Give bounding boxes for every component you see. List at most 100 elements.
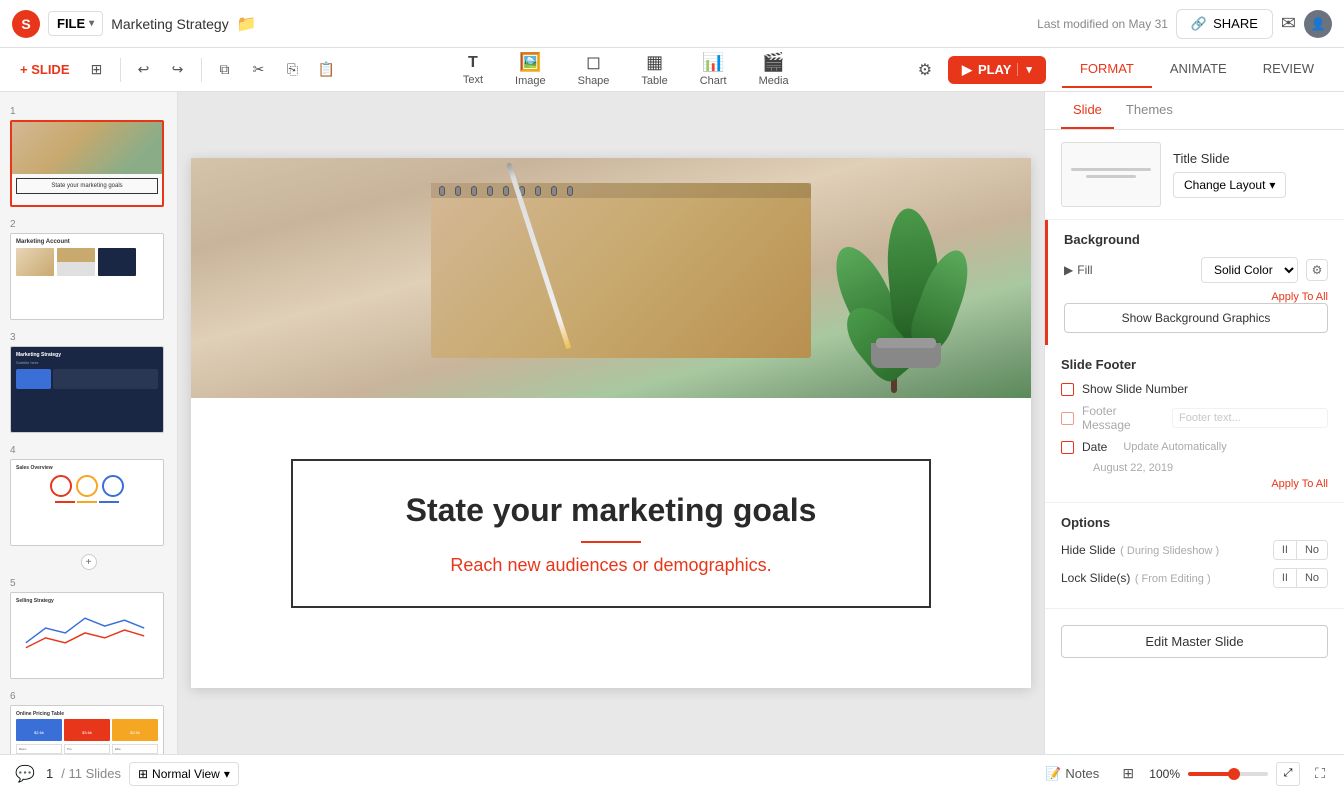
- play-icon: ▶: [962, 62, 972, 78]
- slide-preview-3[interactable]: Marketing Strategy Subtitle here: [10, 346, 164, 433]
- shape-label: Shape: [578, 75, 610, 87]
- add-slide-after-4[interactable]: +: [0, 552, 177, 572]
- insert-text-button[interactable]: T Text: [455, 50, 491, 90]
- edit-master-slide-button[interactable]: Edit Master Slide: [1061, 625, 1328, 658]
- insert-image-button[interactable]: 🖼️ Image: [507, 48, 554, 91]
- slide-number-5: 5: [10, 578, 167, 589]
- hide-slide-toggle-ii[interactable]: II: [1274, 541, 1297, 559]
- view-selector-button[interactable]: ⊞ Normal View ▾: [129, 762, 239, 786]
- slide-thumb-2[interactable]: 2 Marketing Account: [0, 213, 177, 326]
- app-logo: S: [12, 10, 40, 38]
- slide-subtitle[interactable]: Reach new audiences or demographics.: [333, 555, 889, 576]
- tab-animate[interactable]: ANIMATE: [1152, 51, 1245, 88]
- panel-tabs: Slide Themes: [1045, 92, 1344, 130]
- tab-themes[interactable]: Themes: [1114, 92, 1185, 129]
- show-slide-number-checkbox[interactable]: [1061, 383, 1074, 396]
- redo-button[interactable]: ↪: [163, 56, 193, 84]
- top-bar: S FILE ▾ Marketing Strategy 📁 Last modif…: [0, 0, 1344, 48]
- play-button[interactable]: ▶ PLAY ▾: [948, 56, 1046, 84]
- footer-message-row: Footer Message: [1061, 404, 1328, 432]
- insert-media-button[interactable]: 🎬 Media: [751, 48, 797, 91]
- file-chevron-icon: ▾: [89, 18, 94, 29]
- options-section: Options Hide Slide ( During Slideshow ) …: [1045, 503, 1344, 609]
- canvas-area[interactable]: State your marketing goals Reach new aud…: [178, 92, 1044, 754]
- file-menu-button[interactable]: FILE ▾: [48, 11, 103, 36]
- slide-number-6: 6: [10, 691, 167, 702]
- layout-toggle-button[interactable]: ⊞: [82, 56, 112, 84]
- comment-button[interactable]: 💬: [12, 761, 38, 787]
- slide-preview-5[interactable]: Selling Strategy: [10, 592, 164, 679]
- zoom-level-label: 100%: [1149, 767, 1180, 781]
- footer-message-input[interactable]: [1172, 408, 1328, 428]
- slide-main-title[interactable]: State your marketing goals: [333, 491, 889, 529]
- document-title[interactable]: Marketing Strategy: [111, 16, 229, 32]
- hide-slide-toggle-no[interactable]: No: [1297, 541, 1327, 559]
- paste-button[interactable]: 📋: [312, 56, 342, 84]
- zoom-slider-container[interactable]: [1188, 772, 1268, 776]
- apply-all-background-link[interactable]: Apply To All: [1064, 291, 1328, 303]
- slide-preview-2[interactable]: Marketing Account: [10, 233, 164, 320]
- layout-title: Title Slide: [1173, 151, 1286, 166]
- page-number-current[interactable]: 1: [46, 766, 53, 781]
- insert-shape-button[interactable]: ◻ Shape: [570, 48, 618, 91]
- hide-slide-toggle: II No: [1273, 540, 1328, 560]
- present-fullscreen-button[interactable]: ⛶: [1308, 762, 1332, 786]
- mail-icon[interactable]: ✉: [1281, 13, 1296, 34]
- slide-photo-area: [191, 158, 1031, 398]
- slide-number-3: 3: [10, 332, 167, 343]
- apply-all-footer-link[interactable]: Apply To All: [1061, 478, 1328, 490]
- slide-preview-1[interactable]: State your marketing goals: [10, 120, 164, 207]
- last-modified-text: Last modified on May 31: [1037, 17, 1168, 31]
- insert-chart-button[interactable]: 📊 Chart: [692, 48, 735, 91]
- fill-label: ▶ Fill: [1064, 263, 1093, 277]
- share-button[interactable]: 🔗 SHARE: [1176, 9, 1273, 39]
- copy-button[interactable]: ⎘: [278, 56, 308, 84]
- slide-thumb-1[interactable]: 1 State your marketing goals: [0, 100, 177, 213]
- show-background-graphics-button[interactable]: Show Background Graphics: [1064, 303, 1328, 333]
- slide-thumb-4[interactable]: 4 Sales Overview: [0, 439, 177, 552]
- background-section-title: Background: [1064, 232, 1328, 247]
- change-layout-button[interactable]: Change Layout ▾: [1173, 172, 1286, 198]
- lock-slide-toggle-no[interactable]: No: [1297, 569, 1327, 587]
- lock-slide-row: Lock Slide(s) ( From Editing ) II No: [1061, 568, 1328, 588]
- lock-slide-toggle: II No: [1273, 568, 1328, 588]
- layers-button[interactable]: ⧉: [210, 56, 240, 84]
- text-icon: T: [468, 54, 478, 72]
- slide-preview-6[interactable]: Online Pricing Table $2.6k $3.6k $2.6k B…: [10, 705, 164, 754]
- fill-settings-button[interactable]: ⚙: [1306, 259, 1328, 281]
- fill-type-select[interactable]: Solid Color: [1201, 257, 1298, 283]
- slides-panel: 1 State your marketing goals 2 Marketing…: [0, 92, 178, 754]
- table-label: Table: [641, 75, 667, 87]
- hide-slide-row: Hide Slide ( During Slideshow ) II No: [1061, 540, 1328, 560]
- footer-message-checkbox[interactable]: [1061, 412, 1074, 425]
- insert-table-button[interactable]: ▦ Table: [633, 48, 675, 91]
- tab-review[interactable]: REVIEW: [1245, 51, 1332, 88]
- lock-slide-toggle-ii[interactable]: II: [1274, 569, 1297, 587]
- tab-slide[interactable]: Slide: [1061, 92, 1114, 129]
- layout-preview-line-1: [1071, 168, 1151, 171]
- slide-thumb-3[interactable]: 3 Marketing Strategy Subtitle here: [0, 326, 177, 439]
- slide-content-box[interactable]: State your marketing goals Reach new aud…: [291, 459, 931, 608]
- date-value: August 22, 2019: [1093, 462, 1328, 474]
- view-label: Normal View: [152, 767, 220, 781]
- notes-button[interactable]: 📝 Notes: [1037, 762, 1107, 786]
- settings-button[interactable]: ⚙: [910, 56, 940, 84]
- avatar[interactable]: 👤: [1304, 10, 1332, 38]
- slide-number-1: 1: [10, 106, 167, 117]
- date-auto-label: Update Automatically: [1123, 441, 1328, 453]
- slide-thumb-6[interactable]: 6 Online Pricing Table $2.6k $3.6k $2.6k…: [0, 685, 177, 754]
- slide-canvas[interactable]: State your marketing goals Reach new aud…: [191, 158, 1031, 688]
- slide-thumb-5[interactable]: 5 Selling Strategy: [0, 572, 177, 685]
- date-label: Date: [1082, 440, 1107, 454]
- grid-button[interactable]: ⊞: [1115, 761, 1141, 787]
- zoom-slider[interactable]: [1188, 772, 1268, 776]
- tab-format[interactable]: FORMAT: [1062, 51, 1152, 88]
- undo-button[interactable]: ↩: [129, 56, 159, 84]
- date-checkbox[interactable]: [1061, 441, 1074, 454]
- add-slide-button[interactable]: + SLIDE: [12, 58, 78, 81]
- cut-button[interactable]: ✂: [244, 56, 274, 84]
- slide-preview-4[interactable]: Sales Overview: [10, 459, 164, 546]
- hide-slide-sub: ( During Slideshow ): [1120, 545, 1219, 557]
- zoom-fit-button[interactable]: ⤢: [1276, 762, 1300, 786]
- notes-label: Notes: [1065, 766, 1099, 781]
